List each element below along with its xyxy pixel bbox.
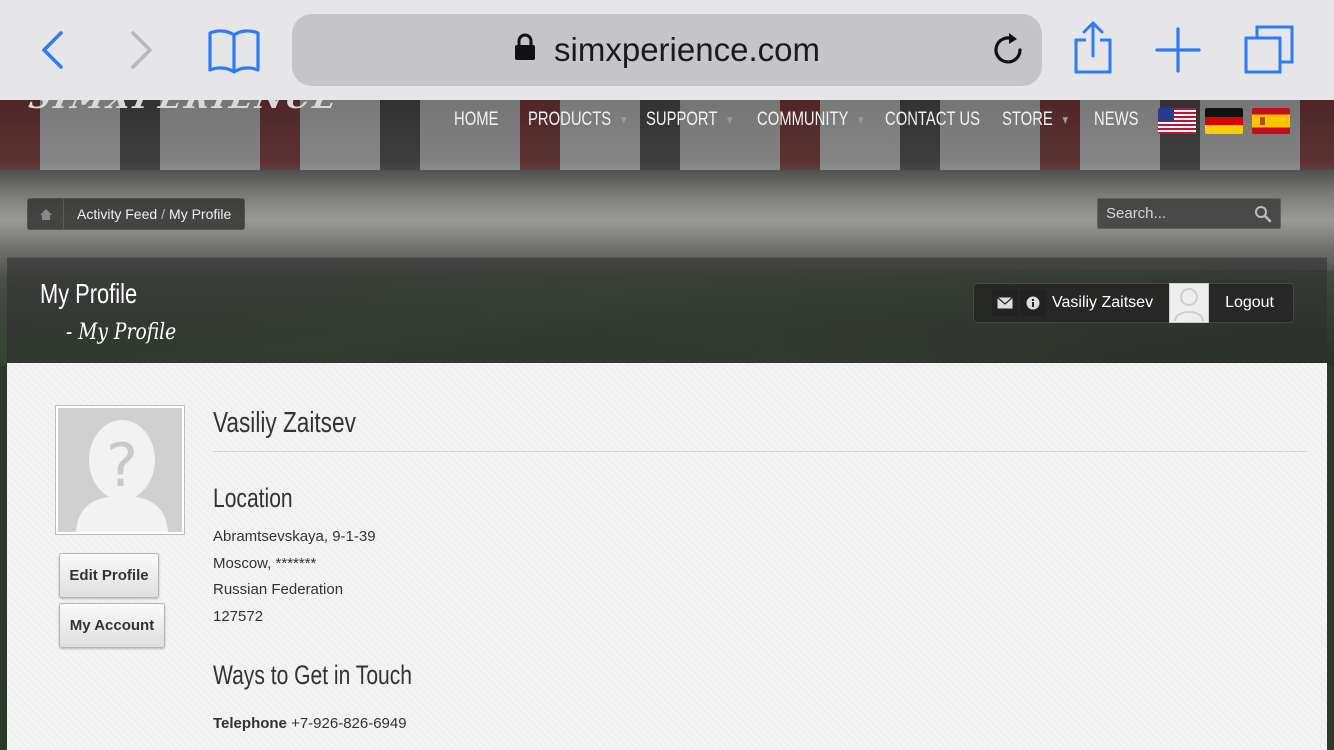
default-avatar-icon: ? [58, 408, 182, 532]
address-line: Russian Federation [213, 581, 344, 598]
share-icon[interactable] [1070, 20, 1116, 76]
page-subtitle: - My Profile [66, 320, 177, 345]
address-bar[interactable]: simxperience.com [292, 14, 1042, 86]
nav-contact-us[interactable]: CONTACT US [885, 106, 980, 134]
back-icon[interactable] [30, 28, 74, 72]
edit-profile-button[interactable]: Edit Profile [59, 553, 159, 598]
de-flag-icon[interactable] [1205, 108, 1243, 134]
chevron-down-icon: ▼ [725, 113, 735, 127]
page-title: My Profile [40, 278, 138, 309]
url-text: simxperience.com [554, 31, 820, 68]
profile-avatar: ? [55, 405, 185, 535]
search-box [1097, 198, 1281, 229]
nav-news[interactable]: NEWS [1094, 106, 1138, 134]
nav-support[interactable]: SUPPORT ▼ [646, 106, 734, 134]
forward-icon[interactable] [120, 28, 164, 72]
reload-icon[interactable] [988, 30, 1028, 70]
nav-community[interactable]: COMMUNITY ▼ [757, 106, 865, 134]
user-avatar[interactable] [1169, 283, 1210, 323]
breadcrumb-activity-feed[interactable]: Activity Feed [77, 206, 157, 222]
language-flags [1158, 108, 1290, 134]
new-tab-icon[interactable] [1155, 27, 1201, 73]
chevron-down-icon: ▼ [618, 113, 629, 127]
tabs-icon[interactable] [1243, 24, 1295, 76]
bookmarks-icon[interactable] [206, 26, 262, 76]
address-line: Abramtsevskaya, 9-1-39 [213, 528, 376, 545]
address-line: 127572 [213, 608, 264, 625]
breadcrumb-my-profile[interactable]: My Profile [169, 206, 231, 222]
my-account-button[interactable]: My Account [59, 603, 165, 648]
telephone-value: +7-926-826-6949 [291, 715, 407, 732]
location-heading: Location [213, 483, 293, 513]
breadcrumb: Activity Feed / My Profile [27, 198, 246, 230]
user-name-link[interactable]: Vasiliy Zaitsev [1052, 294, 1153, 312]
breadcrumb-separator: / [161, 206, 166, 222]
logout-link[interactable]: Logout [1225, 294, 1274, 312]
search-input[interactable] [1098, 199, 1248, 228]
lock-icon [514, 31, 536, 69]
info-icon[interactable] [1020, 290, 1046, 316]
chevron-down-icon: ▼ [856, 113, 866, 127]
home-icon[interactable] [28, 199, 64, 229]
telephone-label: Telephone [213, 715, 287, 732]
profile-content [7, 363, 1327, 750]
mail-icon[interactable] [992, 290, 1018, 316]
nav-home[interactable]: HOME [454, 106, 505, 134]
chevron-down-icon: ▼ [1060, 113, 1070, 127]
profile-name: Vasiliy Zaitsev [213, 407, 356, 439]
svg-text:?: ? [106, 431, 138, 501]
site-nav: HOME PRODUCTS ▼ SUPPORT ▼ COMMUNITY ▼ CONTA… [454, 106, 1152, 134]
user-bar: Vasiliy Zaitsev Logout [973, 283, 1294, 323]
nav-products[interactable]: PRODUCTS ▼ [528, 106, 628, 134]
address-line: Moscow, ******* [213, 555, 317, 572]
browser-toolbar: simxperience.com [0, 0, 1334, 100]
divider [213, 451, 1307, 452]
telephone-row: Telephone +7-926-826-6949 [213, 715, 407, 732]
contact-heading: Ways to Get in Touch [213, 660, 412, 690]
es-flag-icon[interactable] [1252, 108, 1290, 134]
search-icon[interactable] [1254, 205, 1272, 228]
us-flag-icon[interactable] [1158, 108, 1196, 134]
nav-store[interactable]: STORE ▼ [1002, 106, 1070, 134]
